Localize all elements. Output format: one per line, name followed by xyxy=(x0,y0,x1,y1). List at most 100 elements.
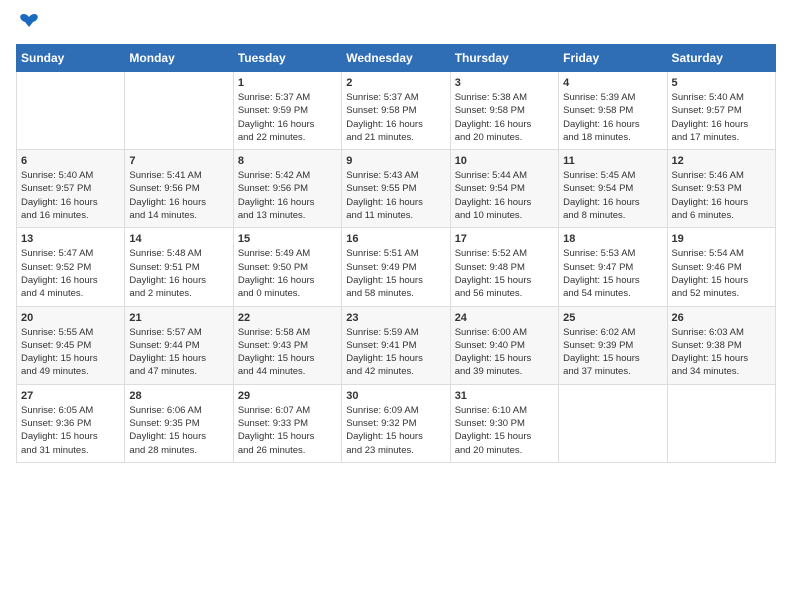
column-header-sunday: Sunday xyxy=(17,45,125,72)
calendar-cell: 1Sunrise: 5:37 AM Sunset: 9:59 PM Daylig… xyxy=(233,72,341,150)
day-info: Sunrise: 5:43 AM Sunset: 9:55 PM Dayligh… xyxy=(346,169,445,222)
column-header-thursday: Thursday xyxy=(450,45,558,72)
day-info: Sunrise: 5:39 AM Sunset: 9:58 PM Dayligh… xyxy=(563,91,662,144)
calendar-cell: 30Sunrise: 6:09 AM Sunset: 9:32 PM Dayli… xyxy=(342,384,450,462)
day-number: 25 xyxy=(563,312,662,324)
day-number: 14 xyxy=(129,233,228,245)
calendar-cell: 20 Sunrise: 5:55 AM Sunset: 9:45 PM Dayli… xyxy=(17,306,125,384)
calendar-cell: 27Sunrise: 6:05 AM Sunset: 9:36 PM Dayli… xyxy=(17,384,125,462)
day-info: Sunrise: 5:53 AM Sunset: 9:47 PM Dayligh… xyxy=(563,247,662,300)
calendar-cell: 14 Sunrise: 5:48 AM Sunset: 9:51 PM Dayli… xyxy=(125,228,233,306)
calendar-header-row: SundayMondayTuesdayWednesdayThursdayFrid… xyxy=(17,45,776,72)
calendar-cell: 22 Sunrise: 5:58 AM Sunset: 9:43 PM Dayli… xyxy=(233,306,341,384)
day-number: 17 xyxy=(455,233,554,245)
calendar-cell: 9 Sunrise: 5:43 AM Sunset: 9:55 PM Daylig… xyxy=(342,150,450,228)
bird-icon xyxy=(19,12,39,34)
day-number: 22 xyxy=(238,312,337,324)
calendar-week-2: 6Sunrise: 5:40 AM Sunset: 9:57 PM Daylig… xyxy=(17,150,776,228)
day-info: Sunrise: 5:59 AM Sunset: 9:41 PM Dayligh… xyxy=(346,326,445,379)
day-number: 18 xyxy=(563,233,662,245)
day-number: 2 xyxy=(346,77,445,89)
day-number: 28 xyxy=(129,390,228,402)
day-number: 11 xyxy=(563,155,662,167)
calendar-cell: 13 Sunrise: 5:47 AM Sunset: 9:52 PM Dayli… xyxy=(17,228,125,306)
calendar-week-3: 13 Sunrise: 5:47 AM Sunset: 9:52 PM Dayli… xyxy=(17,228,776,306)
calendar-week-4: 20 Sunrise: 5:55 AM Sunset: 9:45 PM Dayli… xyxy=(17,306,776,384)
calendar-cell: 24 Sunrise: 6:00 AM Sunset: 9:40 PM Dayli… xyxy=(450,306,558,384)
day-number: 26 xyxy=(672,312,771,324)
column-header-monday: Monday xyxy=(125,45,233,72)
day-number: 21 xyxy=(129,312,228,324)
calendar-cell: 19 Sunrise: 5:54 AM Sunset: 9:46 PM Dayli… xyxy=(667,228,775,306)
day-number: 10 xyxy=(455,155,554,167)
day-number: 4 xyxy=(563,77,662,89)
day-info: Sunrise: 5:57 AM Sunset: 9:44 PM Dayligh… xyxy=(129,326,228,379)
calendar-cell: 31Sunrise: 6:10 AM Sunset: 9:30 PM Dayli… xyxy=(450,384,558,462)
day-info: Sunrise: 5:38 AM Sunset: 9:58 PM Dayligh… xyxy=(455,91,554,144)
calendar-cell xyxy=(667,384,775,462)
day-info: Sunrise: 5:52 AM Sunset: 9:48 PM Dayligh… xyxy=(455,247,554,300)
day-number: 24 xyxy=(455,312,554,324)
day-number: 16 xyxy=(346,233,445,245)
logo xyxy=(16,16,39,34)
day-number: 23 xyxy=(346,312,445,324)
day-number: 13 xyxy=(21,233,120,245)
calendar-cell: 29Sunrise: 6:07 AM Sunset: 9:33 PM Dayli… xyxy=(233,384,341,462)
column-header-friday: Friday xyxy=(559,45,667,72)
calendar-cell: 6Sunrise: 5:40 AM Sunset: 9:57 PM Daylig… xyxy=(17,150,125,228)
day-number: 29 xyxy=(238,390,337,402)
calendar-week-1: 1Sunrise: 5:37 AM Sunset: 9:59 PM Daylig… xyxy=(17,72,776,150)
day-info: Sunrise: 6:03 AM Sunset: 9:38 PM Dayligh… xyxy=(672,326,771,379)
day-info: Sunrise: 5:55 AM Sunset: 9:45 PM Dayligh… xyxy=(21,326,120,379)
calendar-cell: 17 Sunrise: 5:52 AM Sunset: 9:48 PM Dayli… xyxy=(450,228,558,306)
day-info: Sunrise: 5:48 AM Sunset: 9:51 PM Dayligh… xyxy=(129,247,228,300)
calendar-cell xyxy=(17,72,125,150)
calendar-week-5: 27Sunrise: 6:05 AM Sunset: 9:36 PM Dayli… xyxy=(17,384,776,462)
day-info: Sunrise: 5:40 AM Sunset: 9:57 PM Dayligh… xyxy=(672,91,771,144)
calendar-cell: 11 Sunrise: 5:45 AM Sunset: 9:54 PM Dayli… xyxy=(559,150,667,228)
day-info: Sunrise: 6:00 AM Sunset: 9:40 PM Dayligh… xyxy=(455,326,554,379)
calendar-cell: 25 Sunrise: 6:02 AM Sunset: 9:39 PM Dayli… xyxy=(559,306,667,384)
column-header-saturday: Saturday xyxy=(667,45,775,72)
calendar-cell: 26 Sunrise: 6:03 AM Sunset: 9:38 PM Dayli… xyxy=(667,306,775,384)
day-info: Sunrise: 6:02 AM Sunset: 9:39 PM Dayligh… xyxy=(563,326,662,379)
day-info: Sunrise: 6:05 AM Sunset: 9:36 PM Dayligh… xyxy=(21,404,120,457)
calendar-cell: 4 Sunrise: 5:39 AM Sunset: 9:58 PM Daylig… xyxy=(559,72,667,150)
column-header-wednesday: Wednesday xyxy=(342,45,450,72)
day-number: 7 xyxy=(129,155,228,167)
day-number: 12 xyxy=(672,155,771,167)
day-number: 15 xyxy=(238,233,337,245)
calendar-cell xyxy=(125,72,233,150)
day-info: Sunrise: 5:44 AM Sunset: 9:54 PM Dayligh… xyxy=(455,169,554,222)
day-info: Sunrise: 5:47 AM Sunset: 9:52 PM Dayligh… xyxy=(21,247,120,300)
day-number: 30 xyxy=(346,390,445,402)
calendar-cell: 12Sunrise: 5:46 AM Sunset: 9:53 PM Dayli… xyxy=(667,150,775,228)
page-header xyxy=(16,16,776,34)
day-info: Sunrise: 5:41 AM Sunset: 9:56 PM Dayligh… xyxy=(129,169,228,222)
calendar-cell: 7 Sunrise: 5:41 AM Sunset: 9:56 PM Daylig… xyxy=(125,150,233,228)
day-info: Sunrise: 5:51 AM Sunset: 9:49 PM Dayligh… xyxy=(346,247,445,300)
day-number: 3 xyxy=(455,77,554,89)
day-number: 9 xyxy=(346,155,445,167)
day-number: 20 xyxy=(21,312,120,324)
calendar-cell: 8 Sunrise: 5:42 AM Sunset: 9:56 PM Daylig… xyxy=(233,150,341,228)
day-info: Sunrise: 5:45 AM Sunset: 9:54 PM Dayligh… xyxy=(563,169,662,222)
calendar-cell xyxy=(559,384,667,462)
day-info: Sunrise: 5:37 AM Sunset: 9:59 PM Dayligh… xyxy=(238,91,337,144)
calendar-cell: 10 Sunrise: 5:44 AM Sunset: 9:54 PM Dayli… xyxy=(450,150,558,228)
day-number: 19 xyxy=(672,233,771,245)
column-header-tuesday: Tuesday xyxy=(233,45,341,72)
calendar-cell: 5Sunrise: 5:40 AM Sunset: 9:57 PM Daylig… xyxy=(667,72,775,150)
day-info: Sunrise: 5:58 AM Sunset: 9:43 PM Dayligh… xyxy=(238,326,337,379)
calendar-table: SundayMondayTuesdayWednesdayThursdayFrid… xyxy=(16,44,776,463)
day-info: Sunrise: 5:54 AM Sunset: 9:46 PM Dayligh… xyxy=(672,247,771,300)
calendar-cell: 21 Sunrise: 5:57 AM Sunset: 9:44 PM Dayli… xyxy=(125,306,233,384)
calendar-cell: 2Sunrise: 5:37 AM Sunset: 9:58 PM Daylig… xyxy=(342,72,450,150)
day-info: Sunrise: 5:42 AM Sunset: 9:56 PM Dayligh… xyxy=(238,169,337,222)
calendar-cell: 16 Sunrise: 5:51 AM Sunset: 9:49 PM Dayli… xyxy=(342,228,450,306)
calendar-cell: 3 Sunrise: 5:38 AM Sunset: 9:58 PM Daylig… xyxy=(450,72,558,150)
day-number: 6 xyxy=(21,155,120,167)
day-number: 31 xyxy=(455,390,554,402)
calendar-cell: 23 Sunrise: 5:59 AM Sunset: 9:41 PM Dayli… xyxy=(342,306,450,384)
day-number: 8 xyxy=(238,155,337,167)
